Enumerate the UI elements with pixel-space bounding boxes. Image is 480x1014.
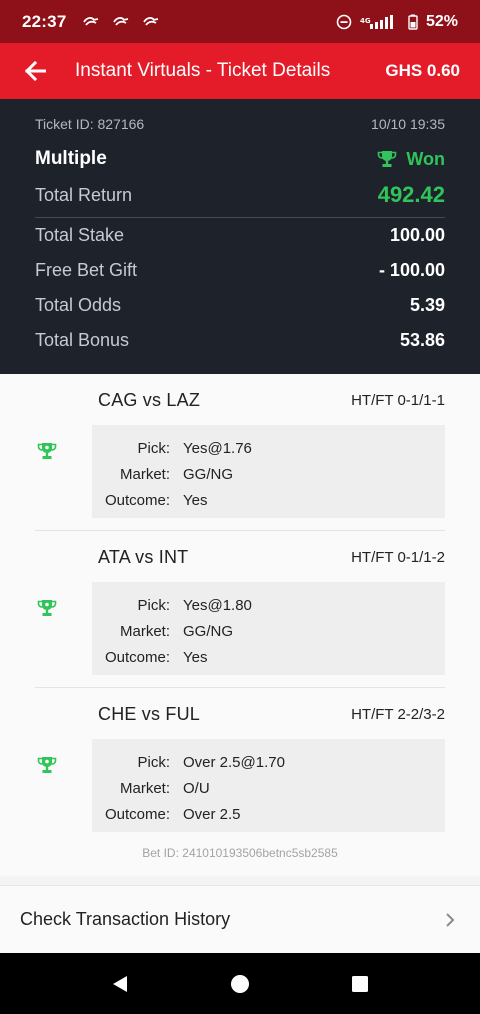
bet-item: CAG vs LAZ HT/FT 0-1/1-1 Pick: Yes@1.76 M… — [35, 374, 445, 531]
bet-market-code: HT/FT 2-2/3-2 — [351, 706, 445, 723]
bet-outcome-line: Outcome: Over 2.5 — [92, 801, 445, 827]
ticket-id: Ticket ID: 827166 — [35, 116, 145, 132]
summary-row-value: 53.86 — [399, 330, 445, 350]
status-bar: 22:37 4G 52% — [0, 0, 480, 43]
svg-text:4G: 4G — [360, 17, 371, 25]
bet-market-code: HT/FT 0-1/1-2 — [351, 549, 445, 566]
bet-match: CAG vs LAZ — [98, 390, 201, 410]
bet-pick-label: Pick: — [137, 596, 170, 614]
nav-home-icon[interactable] — [230, 974, 250, 994]
battery-percent: 52% — [425, 12, 458, 30]
balance: GHS 0.60 — [385, 61, 460, 80]
bet-details: Pick: Yes@1.76 Market: GG/NG Outcome: Yes — [92, 425, 445, 518]
ticket-status-text: Won — [406, 148, 445, 169]
bet-pick: Over 2.5@1.70 — [183, 753, 285, 771]
back-button[interactable] — [22, 58, 48, 84]
bet-outcome: Yes — [183, 491, 208, 509]
ticket-datetime: 10/10 19:35 — [371, 116, 445, 132]
status-time: 22:37 — [22, 11, 67, 31]
total-return-label: Total Return — [35, 184, 133, 205]
check-transaction-history-link[interactable]: Check Transaction History — [0, 885, 480, 953]
total-return-value: 492.42 — [377, 182, 445, 207]
chevron-right-icon — [446, 912, 455, 927]
bet-pick-line: Pick: Over 2.5@1.70 — [92, 749, 445, 775]
bet-list: CAG vs LAZ HT/FT 0-1/1-1 Pick: Yes@1.76 M… — [0, 374, 480, 876]
notif-icon — [83, 16, 99, 26]
summary-row-value: 100.00 — [389, 225, 445, 245]
bet-outcome: Over 2.5 — [183, 805, 241, 823]
bet-details: Pick: Over 2.5@1.70 Market: O/U Outcome: Ov… — [92, 739, 445, 832]
ticket-summary: Ticket ID: 827166 10/10 19:35 Multiple W… — [0, 99, 480, 374]
bet-outcome: Yes — [183, 648, 208, 666]
bet-item: CHE vs FUL HT/FT 2-2/3-2 Pick: Over 2.5@1… — [35, 688, 445, 845]
ticket-status: Won — [377, 149, 445, 170]
history-link-label: Check Transaction History — [20, 909, 231, 929]
notif-icon — [113, 16, 129, 26]
ticket-type-row: Multiple Won — [35, 148, 445, 170]
bet-market-label: Market: — [119, 622, 170, 640]
bet-outcome-label: Outcome: — [104, 491, 170, 509]
bet-id: Bet ID: 241010193506betnc5sb2585 — [142, 846, 338, 860]
bet-pick: Yes@1.80 — [183, 596, 252, 614]
summary-row-odds: Total Odds 5.39 — [35, 288, 445, 323]
ticket-meta: Ticket ID: 827166 10/10 19:35 — [35, 116, 445, 132]
do-not-disturb-icon — [336, 14, 352, 29]
system-nav-bar — [0, 953, 480, 1014]
app-bar: Instant Virtuals - Ticket Details GHS 0.… — [0, 43, 480, 99]
bet-match: ATA vs INT — [98, 547, 189, 567]
notification-icons — [82, 16, 160, 28]
summary-row-bonus: Total Bonus 53.86 — [35, 323, 445, 358]
summary-row-free-bet: Free Bet Gift - 100.00 — [35, 253, 445, 288]
bet-pick: Yes@1.76 — [183, 439, 252, 457]
bet-market-label: Market: — [119, 465, 170, 483]
page-title: Instant Virtuals - Ticket Details — [75, 60, 331, 81]
trophy-icon — [37, 443, 57, 459]
total-return-row: Total Return 492.42 — [35, 182, 445, 218]
summary-row-label: Total Odds — [35, 295, 122, 315]
bet-outcome-label: Outcome: — [104, 805, 170, 823]
summary-row-value: - 100.00 — [378, 260, 445, 280]
trophy-icon — [37, 757, 57, 773]
bet-market: O/U — [183, 779, 210, 797]
bet-pick-label: Pick: — [137, 439, 170, 457]
nav-back-icon[interactable] — [110, 974, 130, 994]
bet-market-line: Market: GG/NG — [92, 618, 445, 644]
bet-match: CHE vs FUL — [98, 704, 201, 724]
bet-market-line: Market: GG/NG — [92, 461, 445, 487]
signal-icon: 4G — [360, 14, 393, 29]
arrow-left-icon — [24, 61, 46, 81]
summary-row-label: Free Bet Gift — [35, 260, 138, 280]
bet-outcome-line: Outcome: Yes — [92, 487, 445, 513]
bet-market-line: Market: O/U — [92, 775, 445, 801]
bet-market: GG/NG — [183, 622, 234, 640]
summary-row-label: Total Bonus — [35, 330, 130, 350]
bet-market: GG/NG — [183, 465, 234, 483]
bet-pick-line: Pick: Yes@1.80 — [92, 592, 445, 618]
nav-recents-icon[interactable] — [350, 974, 370, 994]
trophy-icon — [378, 151, 397, 167]
notif-icon — [143, 16, 159, 26]
trophy-icon — [37, 600, 57, 616]
status-right: 4G 52% — [336, 13, 458, 31]
ticket-type: Multiple — [35, 148, 107, 169]
battery-icon — [408, 14, 418, 30]
summary-row-value: 5.39 — [409, 295, 445, 315]
summary-row-stake: Total Stake 100.00 — [35, 218, 445, 253]
bet-pick-label: Pick: — [137, 753, 170, 771]
bet-market-code: HT/FT 0-1/1-1 — [351, 392, 445, 409]
bet-outcome-line: Outcome: Yes — [92, 644, 445, 670]
bet-details: Pick: Yes@1.80 Market: GG/NG Outcome: Yes — [92, 582, 445, 675]
summary-row-label: Total Stake — [35, 225, 125, 245]
bet-outcome-label: Outcome: — [104, 648, 170, 666]
bet-item: ATA vs INT HT/FT 0-1/1-2 Pick: Yes@1.80 M… — [35, 531, 445, 688]
bet-pick-line: Pick: Yes@1.76 — [92, 435, 445, 461]
bet-market-label: Market: — [119, 779, 170, 797]
